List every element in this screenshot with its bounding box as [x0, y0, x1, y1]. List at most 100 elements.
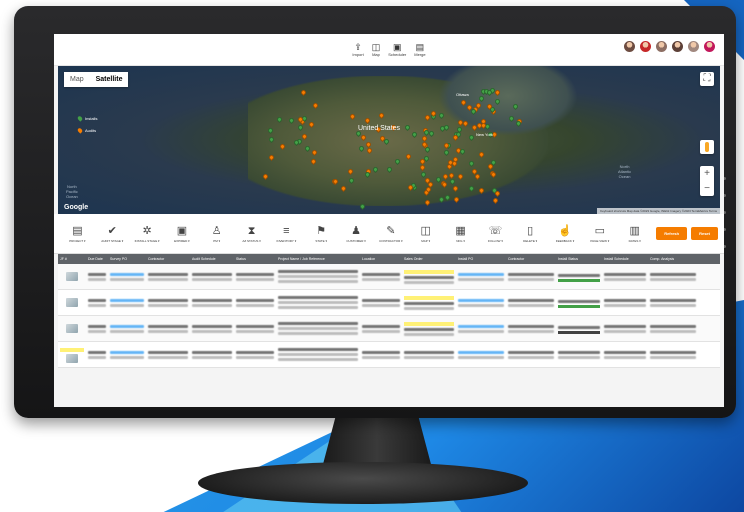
- zoom-in-button[interactable]: +: [704, 168, 710, 179]
- column-header[interactable]: Contractor: [146, 257, 190, 261]
- monitor-stand-base: [198, 462, 528, 504]
- redacted-link[interactable]: [458, 350, 504, 354]
- filter-hourglass[interactable]: ⧗ AZ STATUS ▾: [234, 225, 269, 243]
- filter-keyboard[interactable]: ▦ NFG ▾: [443, 225, 478, 243]
- redacted-link[interactable]: [458, 272, 504, 276]
- filter-calendar[interactable]: ▣ EXPIRED ▾: [164, 225, 199, 243]
- redacted-text: [148, 329, 188, 333]
- table-cell: [108, 297, 146, 309]
- redacted-text: [362, 303, 400, 307]
- app-screen: ⇪ Import ◫ Map ▣ Scheduler ▤ Merge Map Satellit…: [54, 34, 724, 407]
- redacted-link[interactable]: [110, 272, 144, 276]
- redacted-text: [558, 355, 600, 359]
- header-tool-import[interactable]: ⇪ Import: [352, 42, 363, 57]
- label-newyork: New York: [476, 132, 493, 137]
- filter-customer[interactable]: ♟ CUSTOMER ▾: [339, 225, 374, 243]
- redacted-link[interactable]: [110, 324, 144, 328]
- filter-sign[interactable]: ⚑ STATE ▾: [304, 225, 339, 243]
- header-tool-merge[interactable]: ▤ Merge: [414, 42, 425, 57]
- filter-project[interactable]: ▤ PROJECT ▾: [60, 225, 95, 243]
- table-row[interactable]: [58, 342, 720, 368]
- table-row[interactable]: [58, 290, 720, 316]
- filter-thumb[interactable]: ☝ FEEDBACK ▾: [548, 225, 583, 243]
- avatar[interactable]: [687, 40, 700, 53]
- redacted-link[interactable]: [458, 324, 504, 328]
- filter-list[interactable]: ≡ INVENTORY ▾: [269, 225, 304, 243]
- header-tool-map[interactable]: ◫ Map: [372, 42, 381, 57]
- avatar[interactable]: [671, 40, 684, 53]
- filter-map[interactable]: ◫ MAP ▾: [408, 225, 443, 243]
- column-header[interactable]: Status: [234, 257, 276, 261]
- column-header[interactable]: Location: [360, 257, 402, 261]
- column-header[interactable]: Sales Order: [402, 257, 456, 261]
- redacted-text: [558, 299, 600, 303]
- filter-monitor[interactable]: ▭ PAGE VIEW ▾: [582, 225, 617, 243]
- redacted-text: [88, 350, 106, 354]
- column-header[interactable]: Contractor: [506, 257, 556, 261]
- table-cell: [108, 323, 146, 335]
- map-attribution[interactable]: Keyboard shortcuts Map data ©2023 Google…: [597, 208, 720, 214]
- filter-document[interactable]: ▯ DELETE ▾: [513, 225, 548, 243]
- avatar[interactable]: [655, 40, 668, 53]
- table-cell: [648, 271, 698, 283]
- redacted-link[interactable]: [458, 298, 504, 302]
- column-header[interactable]: Install PO: [456, 257, 506, 261]
- redacted-text: [148, 355, 188, 359]
- table-row[interactable]: [58, 316, 720, 342]
- table-cell: [402, 320, 456, 338]
- redacted-text: [650, 298, 696, 302]
- column-header[interactable]: JF #: [58, 257, 86, 261]
- column-header[interactable]: Comp. Analysis: [648, 257, 698, 261]
- project-thumbnail: [66, 324, 78, 333]
- filter-label: CUSTOMER ▾: [346, 238, 366, 243]
- redacted-text: [458, 329, 504, 333]
- redacted-link[interactable]: [110, 298, 144, 302]
- avatar[interactable]: [639, 40, 652, 53]
- redacted-text: [110, 329, 144, 333]
- filter-label: PAGE VIEW ▾: [590, 238, 610, 243]
- header-tools: ⇪ Import ◫ Map ▣ Scheduler ▤ Merge: [352, 42, 425, 57]
- column-header[interactable]: Survey PO: [108, 257, 146, 261]
- filter-installers[interactable]: ✲ INSTALL STAGE ▾: [130, 225, 165, 243]
- fullscreen-button[interactable]: ⛶: [700, 72, 714, 86]
- reset-button[interactable]: Reset: [691, 227, 718, 240]
- table-row[interactable]: [58, 264, 720, 290]
- filter-label: DELETE ▾: [523, 238, 538, 243]
- label-ottawa: Ottawa: [456, 92, 469, 97]
- project-thumbnail: [66, 298, 78, 307]
- project-map[interactable]: Map Satellite Installs Audits North Paci…: [58, 66, 720, 214]
- street-view-icon[interactable]: [700, 140, 714, 154]
- redacted-link[interactable]: [110, 350, 144, 354]
- column-header[interactable]: Install Status: [556, 257, 602, 261]
- redacted-text: [508, 303, 554, 307]
- avatar[interactable]: [623, 40, 636, 53]
- table-cell: [190, 297, 234, 309]
- zoom-out-button[interactable]: −: [704, 183, 710, 194]
- filter-checks[interactable]: ✔ AUDIT STAGE ▾: [95, 225, 130, 243]
- header-tool-label: Merge: [414, 52, 426, 57]
- map-icon: ◫: [371, 42, 381, 52]
- status-bar: [558, 330, 600, 334]
- filter-phone[interactable]: ☏ FOLLOW ▾: [478, 225, 513, 243]
- filter-wrench[interactable]: ✎ CONTRACTOR ▾: [373, 225, 408, 243]
- map-type-tabs: Map Satellite: [64, 72, 129, 87]
- filter-calendar2[interactable]: ▥ DATES ▾: [617, 225, 652, 243]
- tab-map[interactable]: Map: [64, 72, 90, 87]
- avatar[interactable]: [703, 40, 716, 53]
- table-cell: [360, 271, 402, 283]
- legend-item-audits: Audits: [76, 125, 97, 137]
- redacted-text: [192, 298, 232, 302]
- column-header[interactable]: Audit Schedule: [190, 257, 234, 261]
- tab-satellite[interactable]: Satellite: [90, 72, 129, 87]
- column-header[interactable]: Due Date: [86, 257, 108, 261]
- refresh-button[interactable]: Refresh: [656, 227, 688, 240]
- filter-tools: ▤ PROJECT ▾ ✔ AUDIT STAGE ▾ ✲ INSTALL STAGE ▾…: [60, 225, 652, 243]
- header-tool-scheduler[interactable]: ▣ Scheduler: [388, 42, 406, 57]
- redacted-text: [604, 303, 646, 307]
- redacted-text: [278, 332, 358, 335]
- redacted-text: [404, 355, 454, 359]
- redacted-text: [604, 324, 646, 328]
- column-header[interactable]: Project Name / Job Reference: [276, 257, 360, 261]
- column-header[interactable]: Install Schedule: [602, 257, 648, 261]
- filter-user[interactable]: ♙ PM ▾: [199, 225, 234, 243]
